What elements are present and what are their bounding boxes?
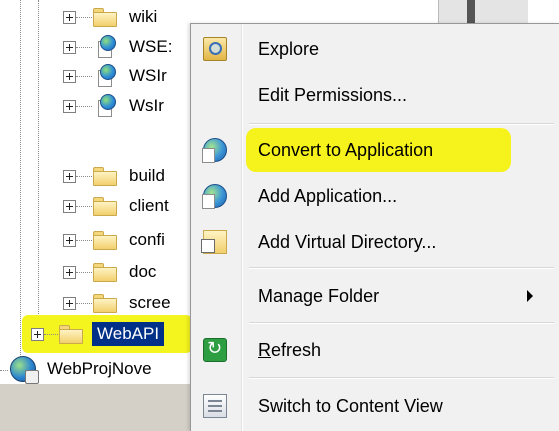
tree-guide-line: [38, 0, 39, 322]
web-application-icon: [92, 64, 118, 88]
tree-item[interactable]: client: [63, 192, 172, 220]
tree-item[interactable]: WSIr: [63, 62, 170, 90]
menu-item-label: Convert to Application: [258, 139, 434, 160]
explore-icon: [203, 37, 227, 61]
tree-item[interactable]: scree: [63, 289, 174, 317]
convert-application-icon: [202, 138, 227, 163]
tree-item-selected[interactable]: WebAPI: [31, 320, 165, 348]
menu-separator: [249, 377, 554, 379]
folder-icon: [92, 293, 118, 313]
context-menu: Explore Edit Permissions... Convert to A…: [190, 23, 559, 431]
tree-item-label: wiki: [129, 7, 158, 26]
tree-item-label: scree: [129, 293, 171, 312]
tree-guide-line: [0, 370, 8, 371]
tree-guide-line: [20, 0, 21, 365]
globe-icon: [10, 356, 39, 384]
menu-item-label: Explore: [258, 38, 320, 59]
menu-separator: [249, 123, 554, 125]
folder-icon: [92, 196, 118, 216]
expand-icon[interactable]: [63, 233, 76, 247]
folder-icon: [92, 262, 118, 282]
menu-separator: [249, 267, 554, 269]
expand-icon[interactable]: [63, 265, 76, 279]
web-application-icon: [92, 35, 118, 59]
tree-item-label: confi: [129, 230, 165, 249]
expand-icon[interactable]: [63, 296, 76, 310]
tree-item-label: WebAPI: [92, 322, 165, 346]
tree-item[interactable]: build: [63, 162, 168, 190]
web-application-icon: [92, 94, 118, 118]
content-view-icon: [203, 394, 227, 418]
menu-item-label: Manage Folder: [258, 285, 380, 306]
menu-item-label: Edit Permissions...: [258, 84, 408, 105]
menu-item-add-virtual-directory[interactable]: Add Virtual Directory...: [191, 223, 559, 261]
tree-item-label: build: [129, 166, 165, 185]
menu-item-accelerator: R: [258, 339, 271, 360]
folder-icon: [92, 230, 118, 250]
refresh-icon: [203, 338, 227, 362]
add-virtual-directory-icon: [201, 230, 227, 254]
menu-item-label-rest: efresh: [271, 339, 322, 360]
expand-icon[interactable]: [63, 69, 76, 83]
expand-icon[interactable]: [31, 327, 44, 341]
tree-item-label: WSIr: [129, 66, 167, 85]
add-application-icon: [202, 184, 227, 209]
folder-icon: [58, 324, 84, 344]
menu-item-label: Add Application...: [258, 185, 398, 206]
expand-icon[interactable]: [63, 169, 76, 183]
tree-item[interactable]: wiki: [63, 3, 160, 31]
menu-item-manage-folder[interactable]: Manage Folder: [191, 277, 559, 315]
tree-item-label: doc: [129, 262, 157, 281]
submenu-arrow-icon: [527, 290, 533, 302]
tree-item-label: WSE:: [129, 37, 173, 56]
tree-item[interactable]: doc: [63, 258, 159, 286]
menu-item-convert-to-application[interactable]: Convert to Application: [191, 131, 559, 169]
expand-icon[interactable]: [63, 199, 76, 213]
folder-icon: [92, 7, 118, 27]
menu-item-refresh[interactable]: Refresh: [191, 331, 559, 369]
folder-icon: [92, 166, 118, 186]
menu-item-switch-to-content-view[interactable]: Switch to Content View: [191, 387, 559, 425]
menu-item-label: Refresh: [258, 340, 321, 361]
tree-item[interactable]: WSE:: [63, 33, 175, 61]
expand-icon[interactable]: [63, 40, 76, 54]
tree-item-label: client: [129, 196, 169, 215]
tree-item[interactable]: WsIr: [63, 92, 167, 120]
menu-item-explore[interactable]: Explore: [191, 30, 559, 68]
tree-item-site[interactable]: WebProjNove: [10, 355, 155, 384]
menu-item-add-application[interactable]: Add Application...: [191, 177, 559, 215]
expand-icon[interactable]: [63, 10, 76, 24]
tree-item-label: WebProjNove: [47, 359, 152, 378]
menu-separator: [249, 322, 554, 324]
menu-item-label: Switch to Content View: [258, 395, 443, 416]
menu-item-label: Add Virtual Directory...: [258, 231, 437, 252]
tree-item-label: WsIr: [129, 96, 164, 115]
menu-item-edit-permissions[interactable]: Edit Permissions...: [191, 76, 559, 114]
expand-icon[interactable]: [63, 99, 76, 113]
tree-item[interactable]: confi: [63, 226, 168, 254]
